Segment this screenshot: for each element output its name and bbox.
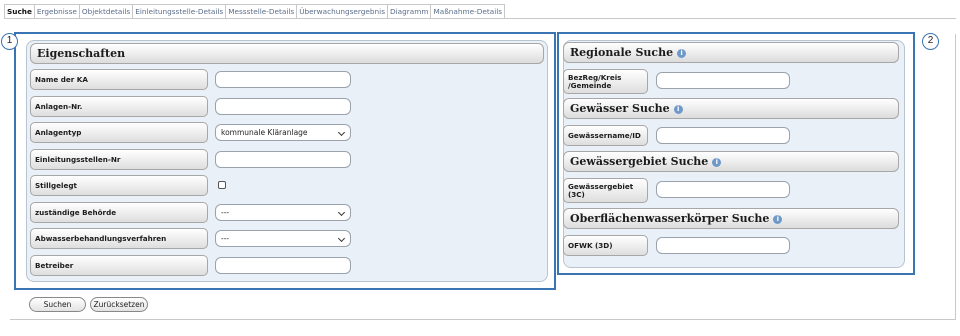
anlagentyp-select[interactable]: kommunale Kläranlage [215, 124, 351, 141]
bezreg-kreis-input[interactable] [656, 72, 790, 89]
label-gewaessergebiet: Gewässergebiet (3C) [563, 178, 648, 203]
label-name-der-ka: Name der KA [30, 69, 208, 90]
marker-1: 1 [1, 33, 18, 50]
tab-divider [4, 18, 956, 19]
ofwk-suche-header: Oberflächenwasserkörper Suche i [563, 208, 899, 229]
zustaendige-behoerde-select[interactable]: --- [215, 204, 351, 221]
chevron-down-icon [337, 208, 346, 217]
label-betreiber: Betreiber [30, 255, 208, 276]
chevron-down-icon [337, 128, 346, 137]
tab-bar: Suche Ergebnisse Objektdetails Einleitun… [4, 4, 506, 18]
ofwk-suche-title: Oberflächenwasserkörper Suche [570, 212, 770, 225]
regionale-suche-title: Regionale Suche [570, 46, 674, 59]
gewaessername-input[interactable] [656, 127, 790, 144]
tab-messstelle-details[interactable]: Messstelle-Details [226, 4, 298, 18]
marker-2: 2 [922, 33, 939, 50]
tab-objektdetails[interactable]: Objektdetails [79, 4, 134, 18]
einleitungsstellen-nr-input[interactable] [215, 151, 351, 168]
abwasserbehandlungsverfahren-value: --- [221, 234, 230, 243]
label-einleitungsstellen-nr: Einleitungsstellen-Nr [30, 149, 208, 170]
properties-header: Eigenschaften [30, 43, 544, 64]
label-gewaessername: Gewässername/ID [563, 125, 648, 146]
label-stillgelegt: Stillgelegt [30, 175, 208, 196]
tab-diagramm[interactable]: Diagramm [388, 4, 432, 18]
label-bezreg-kreis-line2: /Gemeinde [568, 80, 612, 90]
label-ofwk: OFWK (3D) [563, 235, 648, 256]
regionale-suche-header: Regionale Suche i [563, 42, 899, 63]
ofwk-input[interactable] [656, 237, 790, 254]
info-icon[interactable]: i [677, 48, 687, 58]
tab-suche[interactable]: Suche [4, 4, 35, 18]
chevron-down-icon [337, 234, 346, 243]
label-zustaendige-behoerde: zuständige Behörde [30, 202, 208, 223]
gewaesser-suche-header: Gewässer Suche i [563, 98, 899, 119]
zustaendige-behoerde-value: --- [221, 208, 230, 217]
gewaessergebiet-input[interactable] [656, 181, 790, 198]
info-icon[interactable]: i [673, 104, 683, 114]
label-abwasserbehandlungsverfahren: Abwasserbehandlungsverfahren [30, 228, 208, 249]
info-icon[interactable]: i [773, 214, 783, 224]
name-der-ka-input[interactable] [215, 71, 351, 88]
label-gewaessergebiet-line2: (3C) [568, 189, 585, 199]
tab-ueberwachungsergebnis[interactable]: Überwachungsergebnis [297, 4, 388, 18]
anlagentyp-value: kommunale Kläranlage [221, 128, 308, 137]
info-icon[interactable]: i [712, 157, 722, 167]
gewaessergebiet-suche-title: Gewässergebiet Suche [570, 155, 709, 168]
abwasserbehandlungsverfahren-select[interactable]: --- [215, 230, 351, 247]
tab-ergebnisse[interactable]: Ergebnisse [34, 4, 80, 18]
label-bezreg-kreis: BezReg/Kreis/Gemeinde [563, 69, 648, 94]
gewaessergebiet-suche-header: Gewässergebiet Suche i [563, 151, 899, 172]
gewaesser-suche-title: Gewässer Suche [570, 102, 670, 115]
search-button[interactable]: Suchen [29, 297, 86, 312]
tab-massnahme-details[interactable]: Maßnahme-Details [431, 4, 506, 18]
reset-button[interactable]: Zurücksetzen [90, 297, 148, 312]
stillgelegt-checkbox[interactable] [218, 181, 226, 189]
label-anlagen-nr: Anlagen-Nr. [30, 96, 208, 117]
anlagen-nr-input[interactable] [215, 98, 351, 115]
label-anlagentyp: Anlagentyp [30, 122, 208, 143]
tab-einleitungsstelle-details[interactable]: Einleitungsstelle-Details [133, 4, 227, 18]
betreiber-input[interactable] [215, 257, 351, 274]
